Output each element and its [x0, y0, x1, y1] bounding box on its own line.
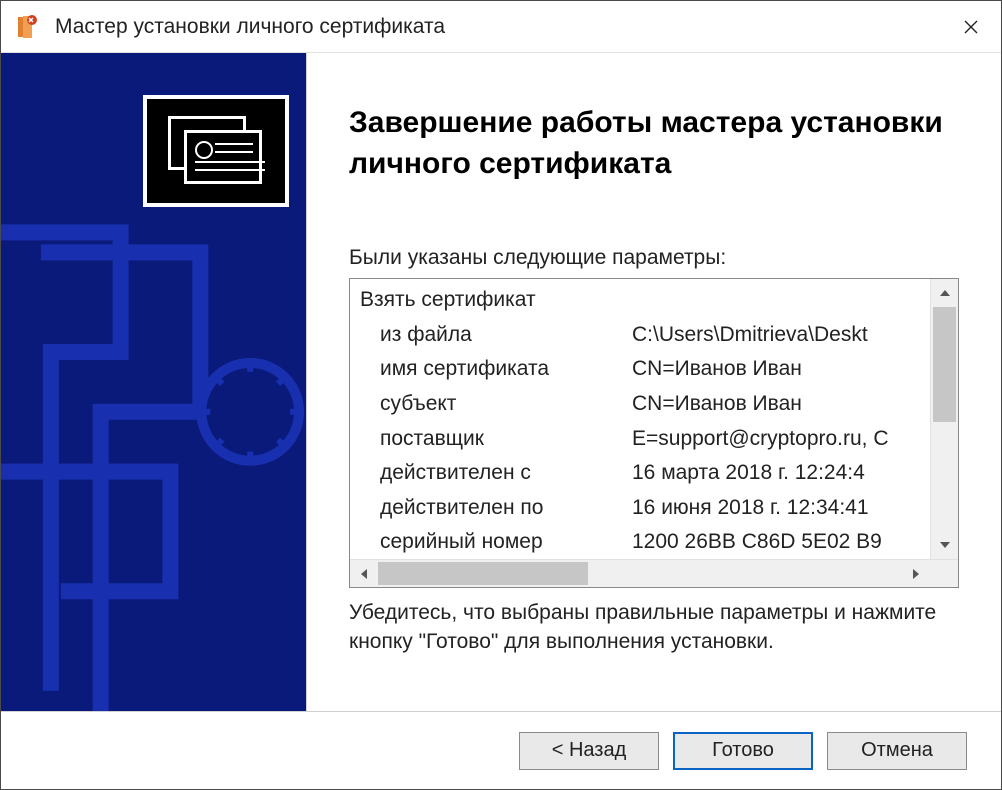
param-value: 16 июня 2018 г. 12:34:41: [632, 491, 869, 526]
vertical-scrollbar[interactable]: [930, 279, 958, 559]
param-value: 16 марта 2018 г. 12:24:4: [632, 456, 865, 491]
chevron-right-icon: [913, 569, 919, 579]
finish-button[interactable]: Готово: [673, 732, 813, 770]
wizard-sidebar: [1, 53, 307, 711]
list-item: субъект CN=Иванов Иван: [360, 387, 930, 422]
hscroll-track[interactable]: [378, 560, 902, 587]
param-value: E=support@cryptopro.ru, C: [632, 422, 889, 457]
param-value: C:\Users\Dmitrieva\Deskt: [632, 318, 868, 353]
scroll-corner: [930, 560, 958, 587]
vscroll-thumb[interactable]: [933, 307, 956, 422]
param-label: серийный номер: [360, 525, 632, 559]
cancel-button[interactable]: Отмена: [827, 732, 967, 770]
hscroll-thumb[interactable]: [378, 562, 588, 585]
list-item: действителен по 16 июня 2018 г. 12:34:41: [360, 491, 930, 526]
param-value: CN=Иванов Иван: [632, 387, 802, 422]
content-area: Завершение работы мастера установки личн…: [1, 53, 1001, 711]
back-button[interactable]: < Назад: [519, 732, 659, 770]
certificate-icon: [143, 95, 289, 207]
list-item: из файла C:\Users\Dmitrieva\Deskt: [360, 318, 930, 353]
param-label: из файла: [360, 318, 632, 353]
parameters-label: Были указаны следующие параметры:: [349, 246, 959, 270]
param-label: действителен по: [360, 491, 632, 526]
scroll-down-arrow[interactable]: [931, 531, 958, 559]
param-label: субъект: [360, 387, 632, 422]
param-value: 1200 26BB C86D 5E02 B9: [632, 525, 882, 559]
close-button[interactable]: [949, 5, 993, 49]
wizard-footer: < Назад Готово Отмена: [1, 711, 1001, 789]
parameters-listbox: Взять сертификат из файла C:\Users\Dmitr…: [349, 278, 959, 588]
chevron-left-icon: [361, 569, 367, 579]
param-label: имя сертификата: [360, 352, 632, 387]
chevron-down-icon: [940, 542, 950, 548]
wizard-window: Мастер установки личного сертификата: [0, 0, 1002, 790]
scroll-up-arrow[interactable]: [931, 279, 958, 307]
chevron-up-icon: [940, 290, 950, 296]
app-icon: [15, 14, 41, 40]
page-heading: Завершение работы мастера установки личн…: [349, 103, 959, 184]
param-label: действителен с: [360, 456, 632, 491]
horizontal-scrollbar[interactable]: [350, 559, 958, 587]
scroll-right-arrow[interactable]: [902, 560, 930, 587]
param-label: поставщик: [360, 422, 632, 457]
main-panel: Завершение работы мастера установки личн…: [307, 53, 1001, 711]
list-section-header: Взять сертификат: [360, 283, 930, 318]
listbox-viewport[interactable]: Взять сертификат из файла C:\Users\Dmitr…: [350, 279, 930, 559]
titlebar: Мастер установки личного сертификата: [1, 1, 1001, 53]
vscroll-track[interactable]: [931, 307, 958, 531]
list-item: имя сертификата CN=Иванов Иван: [360, 352, 930, 387]
instruction-text: Убедитесь, что выбраны правильные параме…: [349, 598, 959, 657]
list-item: серийный номер 1200 26BB C86D 5E02 B9: [360, 525, 930, 559]
param-value: CN=Иванов Иван: [632, 352, 802, 387]
list-item: действителен с 16 марта 2018 г. 12:24:4: [360, 456, 930, 491]
close-icon: [964, 20, 978, 34]
window-title: Мастер установки личного сертификата: [55, 15, 949, 39]
scroll-left-arrow[interactable]: [350, 560, 378, 587]
list-item: поставщик E=support@cryptopro.ru, C: [360, 422, 930, 457]
